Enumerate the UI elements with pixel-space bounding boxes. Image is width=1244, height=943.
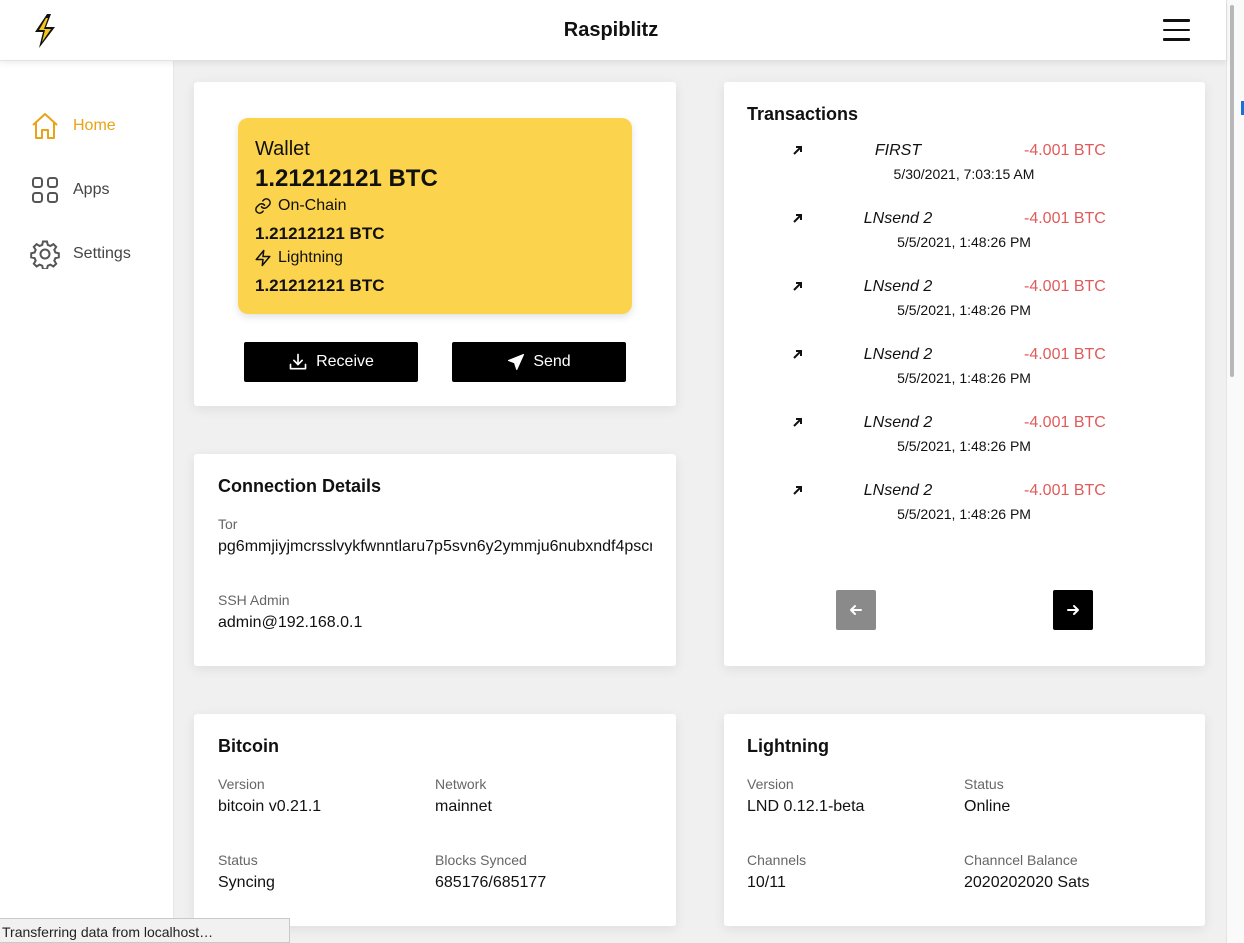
send-button[interactable]: Send — [452, 342, 626, 382]
sidebar-item-label: Apps — [73, 181, 110, 198]
transaction-item[interactable]: LNsend 2 -4.001 BTC 5/5/2021, 1:48:26 PM — [724, 414, 1204, 458]
bitcoin-status-label: Status — [218, 852, 258, 868]
connection-details-card: Connection Details Tor pg6mmjiyjmcrsslvy… — [194, 454, 676, 666]
bitcoin-network-value: mainnet — [435, 798, 492, 815]
transactions-card: Transactions FIRST -4.001 BTC 5/30/2021,… — [724, 82, 1205, 666]
channel-balance-label: Channcel Balance — [964, 852, 1078, 868]
page-scrollbar[interactable] — [1226, 0, 1244, 943]
bitcoin-network-label: Network — [435, 776, 487, 792]
apps-grid-icon — [32, 177, 58, 203]
sidebar-item-label: Home — [73, 117, 116, 134]
lightning-version-value: LND 0.12.1-beta — [747, 798, 865, 815]
next-page-button[interactable] — [1053, 590, 1093, 630]
lightning-card: Lightning Version LND 0.12.1-beta Status… — [724, 714, 1205, 926]
transaction-amount: -4.001 BTC — [1024, 210, 1106, 227]
wallet-balance-box: Wallet 1.21212121 BTC On-Chain 1.2121212… — [238, 118, 632, 314]
receive-button[interactable]: Receive — [244, 342, 418, 382]
transaction-item[interactable]: LNsend 2 -4.001 BTC 5/5/2021, 1:48:26 PM — [724, 346, 1204, 390]
transaction-date: 5/5/2021, 1:48:26 PM — [897, 234, 1031, 250]
transaction-amount: -4.001 BTC — [1024, 346, 1106, 363]
transaction-date: 5/5/2021, 1:48:26 PM — [897, 302, 1031, 318]
send-label: Send — [533, 353, 571, 370]
bitcoin-version-value: bitcoin v0.21.1 — [218, 798, 322, 815]
transaction-name: LNsend 2 — [863, 482, 933, 499]
receive-label: Receive — [316, 353, 374, 370]
channels-label: Channels — [747, 852, 807, 868]
transaction-item[interactable]: LNsend 2 -4.001 BTC 5/5/2021, 1:48:26 PM — [724, 278, 1204, 322]
blocks-synced-label: Blocks Synced — [435, 852, 527, 868]
hamburger-menu-icon[interactable] — [1163, 19, 1190, 41]
transaction-amount: -4.001 BTC — [1024, 414, 1106, 431]
sidebar-item-label: Settings — [73, 245, 131, 262]
transaction-date: 5/5/2021, 1:48:26 PM — [897, 438, 1031, 454]
lightning-title: Lightning — [747, 736, 829, 756]
transaction-date: 5/5/2021, 1:48:26 PM — [897, 506, 1031, 522]
app-title: Raspiblitz — [563, 19, 659, 41]
link-icon — [255, 198, 271, 214]
sidebar-item-settings[interactable]: Settings — [30, 238, 131, 270]
ssh-admin-label: SSH Admin — [218, 592, 290, 608]
paper-plane-icon — [508, 353, 525, 371]
download-icon — [289, 353, 307, 370]
top-header: Raspiblitz — [0, 0, 1226, 61]
transaction-name: LNsend 2 — [863, 278, 933, 295]
transaction-name: LNsend 2 — [863, 210, 933, 227]
transaction-amount: -4.001 BTC — [1024, 142, 1106, 159]
transaction-item[interactable]: LNsend 2 -4.001 BTC 5/5/2021, 1:48:26 PM — [724, 210, 1204, 254]
scrollbar-thumb[interactable] — [1230, 5, 1234, 377]
transaction-date: 5/5/2021, 1:48:26 PM — [897, 370, 1031, 386]
channels-value: 10/11 — [747, 874, 786, 891]
transaction-name: LNsend 2 — [863, 346, 933, 363]
transactions-title: Transactions — [747, 104, 859, 124]
bitcoin-title: Bitcoin — [218, 736, 279, 756]
lightning-status-value: Online — [964, 798, 1011, 815]
bitcoin-card: Bitcoin Version bitcoin v0.21.1 Network … — [194, 714, 676, 926]
transaction-name: FIRST — [874, 142, 922, 159]
transaction-date: 5/30/2021, 7:03:15 AM — [893, 166, 1035, 182]
transaction-amount: -4.001 BTC — [1024, 278, 1106, 295]
lightning-label: Lightning — [278, 249, 343, 266]
bitcoin-status-value: Syncing — [218, 874, 275, 891]
home-icon — [32, 113, 58, 139]
lightning-amount: 1.21212121 BTC — [255, 276, 385, 295]
onchain-label: On-Chain — [278, 197, 347, 214]
arrow-right-icon — [1067, 605, 1079, 615]
transaction-item[interactable]: LNsend 2 -4.001 BTC 5/5/2021, 1:48:26 PM — [724, 482, 1204, 526]
onchain-row: On-Chain — [254, 197, 346, 215]
lightning-status-label: Status — [964, 776, 1004, 792]
lightning-version-label: Version — [747, 776, 794, 792]
tor-label: Tor — [218, 516, 238, 532]
sidebar-item-home[interactable]: Home — [30, 110, 116, 142]
wallet-total-balance: 1.21212121 BTC — [255, 165, 438, 192]
lightning-row: Lightning — [254, 249, 343, 267]
connection-title: Connection Details — [218, 476, 382, 496]
bitcoin-version-label: Version — [218, 776, 265, 792]
lightning-bolt-icon — [255, 249, 271, 267]
tor-address[interactable]: pg6mmjiyjmcrsslvykfwnntlaru7p5svn6y2ymmj… — [218, 538, 652, 556]
sidebar: Home Apps Settings — [0, 61, 174, 943]
transaction-item[interactable]: FIRST -4.001 BTC 5/30/2021, 7:03:15 AM — [724, 142, 1204, 186]
wallet-title: Wallet — [255, 138, 310, 160]
gear-icon — [30, 240, 60, 269]
onchain-amount: 1.21212121 BTC — [255, 224, 385, 243]
transaction-name: LNsend 2 — [863, 414, 933, 431]
transaction-amount: -4.001 BTC — [1024, 482, 1106, 499]
arrow-left-icon — [850, 605, 862, 615]
ssh-admin-value[interactable]: admin@192.168.0.1 — [218, 614, 362, 632]
sidebar-item-apps[interactable]: Apps — [30, 174, 109, 206]
channel-balance-value: 2020202020 Sats — [964, 874, 1090, 891]
browser-status-bar: Transferring data from localhost… — [0, 918, 290, 943]
previous-page-button[interactable] — [836, 590, 876, 630]
wallet-card: Wallet 1.21212121 BTC On-Chain 1.2121212… — [194, 82, 676, 406]
blocks-synced-value: 685176/685177 — [435, 874, 547, 891]
